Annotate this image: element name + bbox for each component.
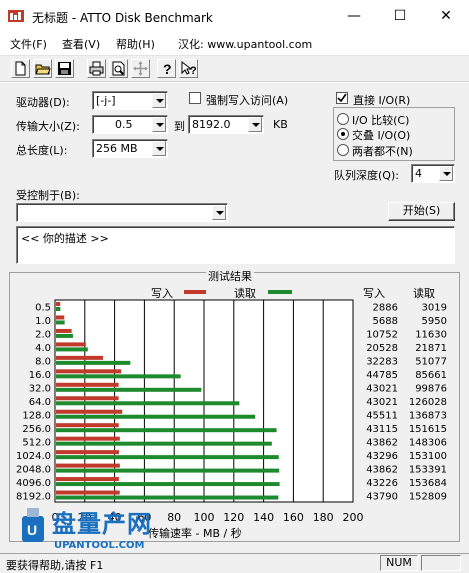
write-value: 32283: [366, 357, 398, 368]
write-value: 43790: [366, 491, 398, 502]
y-tick-label: 128.0: [22, 410, 51, 421]
read-value: 5950: [422, 316, 447, 327]
write-bar: [56, 477, 119, 482]
x-tick-label: 200: [343, 511, 364, 524]
read-bar: [56, 455, 279, 460]
watermark-text: 盘量产网: [52, 510, 152, 538]
write-bar: [56, 355, 103, 360]
write-bar: [56, 490, 120, 495]
write-value: 20528: [366, 343, 398, 354]
write-value: 10752: [366, 330, 398, 341]
write-value: 44785: [366, 370, 398, 381]
x-tick-label: 140: [253, 511, 274, 524]
read-value: 51077: [415, 357, 447, 368]
bar-chart: 0 20 40 60 80 100 120 140 160 180 2000.5 2886 30191.…: [16, 299, 447, 524]
y-tick-label: 64.0: [29, 397, 51, 408]
status-pane-empty: [421, 555, 461, 571]
write-value: 43115: [366, 424, 398, 435]
x-tick-label: 120: [223, 511, 244, 524]
write-value: 43862: [366, 437, 398, 448]
read-bar: [56, 414, 256, 419]
read-value: 99876: [415, 384, 447, 395]
read-value: 21871: [415, 343, 447, 354]
write-value: 43296: [366, 451, 398, 462]
read-value: 153684: [409, 478, 447, 489]
usb-drive-icon: U: [22, 508, 44, 542]
read-bar: [56, 441, 272, 446]
watermark: U 盘量产网 UPANTOOL.COM: [4, 500, 194, 560]
read-bar: [56, 347, 88, 352]
y-tick-label: 16.0: [29, 370, 51, 381]
read-bar: [56, 374, 181, 379]
write-bar: [56, 396, 119, 401]
read-value: 3019: [422, 303, 447, 314]
y-tick-label: 1.0: [35, 316, 51, 327]
x-tick-label: 100: [194, 511, 215, 524]
read-bar: [56, 320, 65, 325]
write-bar: [56, 409, 123, 414]
y-tick-label: 0.5: [35, 303, 51, 314]
svg-text:U: U: [27, 522, 37, 538]
write-bar: [56, 369, 122, 374]
y-tick-label: 4.0: [35, 343, 51, 354]
write-value: 43021: [366, 384, 398, 395]
write-bar: [56, 423, 119, 428]
y-tick-label: 2048.0: [16, 464, 51, 475]
read-bar: [56, 482, 280, 487]
read-value: 11630: [415, 330, 447, 341]
write-value: 43862: [366, 464, 398, 475]
read-bar: [56, 333, 73, 338]
x-tick-label: 180: [313, 511, 334, 524]
read-value: 85661: [415, 370, 447, 381]
y-tick-label: 1024.0: [16, 451, 51, 462]
read-value: 152809: [409, 491, 447, 502]
read-value: 153100: [409, 451, 447, 462]
write-value: 2886: [373, 303, 398, 314]
read-value: 126028: [409, 397, 447, 408]
write-value: 5688: [373, 316, 398, 327]
y-tick-label: 2.0: [35, 330, 51, 341]
write-bar: [56, 302, 61, 306]
write-value: 43226: [366, 478, 398, 489]
read-bar: [56, 307, 61, 311]
write-bar: [56, 436, 120, 441]
write-value: 43021: [366, 397, 398, 408]
write-bar: [56, 315, 65, 320]
num-lock-indicator: NUM: [380, 555, 418, 571]
read-bar: [56, 495, 279, 500]
y-tick-label: 4096.0: [16, 478, 51, 489]
write-bar: [56, 463, 120, 468]
y-tick-label: 256.0: [22, 424, 51, 435]
x-tick-label: 160: [283, 511, 304, 524]
write-bar: [56, 382, 119, 387]
read-value: 136873: [409, 410, 447, 421]
read-value: 151615: [409, 424, 447, 435]
watermark-url: UPANTOOL.COM: [54, 540, 145, 551]
write-bar: [56, 342, 86, 347]
read-bar: [56, 468, 280, 473]
read-bar: [56, 401, 240, 406]
write-bar: [56, 450, 119, 455]
read-bar: [56, 387, 202, 392]
read-value: 153391: [409, 464, 447, 475]
read-bar: [56, 428, 277, 433]
y-tick-label: 8.0: [35, 357, 51, 368]
read-value: 148306: [409, 437, 447, 448]
status-help-text: 要获得帮助,请按 F1: [6, 559, 104, 572]
write-bar: [56, 328, 72, 333]
write-value: 45511: [366, 410, 398, 421]
y-tick-label: 512.0: [22, 437, 51, 448]
read-bar: [56, 360, 131, 365]
y-tick-label: 32.0: [29, 384, 51, 395]
